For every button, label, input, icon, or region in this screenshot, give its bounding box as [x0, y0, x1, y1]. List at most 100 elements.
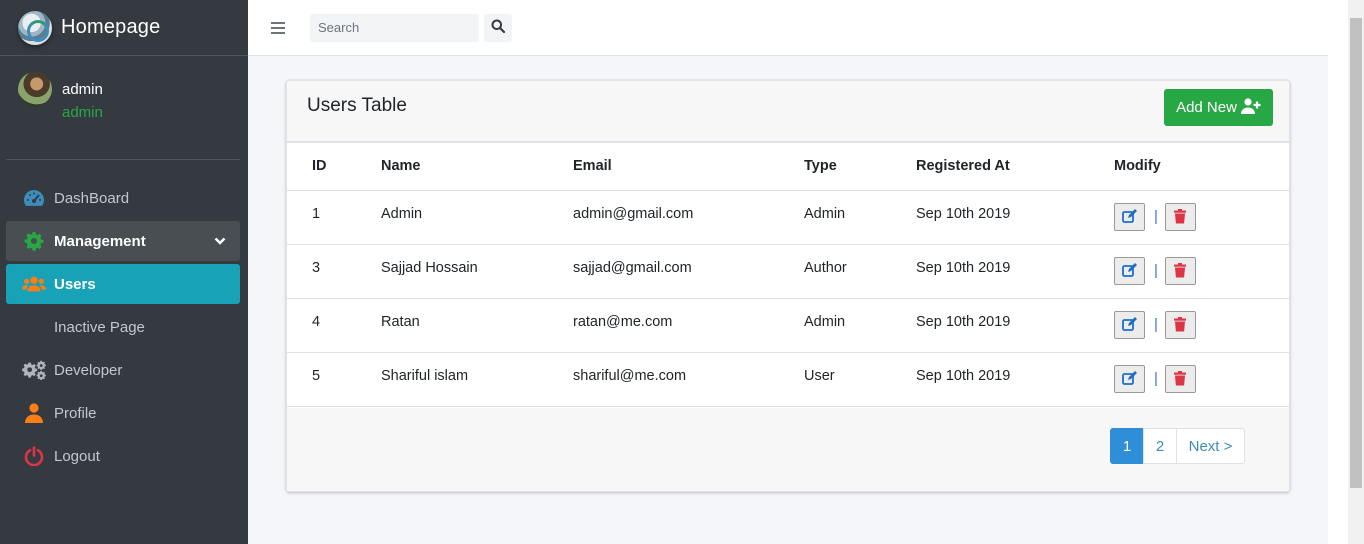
cell-email: ratan@me.com	[573, 298, 804, 353]
brand-link[interactable]: Homepage	[0, 0, 248, 56]
cell-name: Admin	[381, 190, 573, 245]
sidebar-item-developer[interactable]: Developer	[6, 350, 240, 390]
sidebar-item-users[interactable]: Users	[6, 264, 240, 304]
edit-icon	[1122, 263, 1137, 277]
edit-button[interactable]	[1114, 310, 1145, 339]
users-table: ID Name Email Type Registered At Modify …	[287, 143, 1289, 407]
cell-id: 4	[287, 298, 381, 353]
search-input[interactable]	[310, 13, 479, 42]
edit-button[interactable]	[1114, 364, 1145, 393]
sidebar-item-profile[interactable]: Profile	[6, 393, 240, 433]
cell-email: admin@gmail.com	[573, 190, 804, 245]
column-header: Email	[573, 143, 804, 191]
users-icon	[22, 275, 46, 293]
add-new-button[interactable]: Add New	[1164, 89, 1273, 126]
scrollbar-thumb[interactable]	[1350, 18, 1362, 488]
search-icon	[491, 19, 506, 36]
sidebar-item-logout[interactable]: Logout	[6, 436, 240, 476]
table-row: 3 Sajjad Hossain sajjad@gmail.com Author…	[287, 244, 1289, 299]
separator: |	[1154, 370, 1158, 387]
menu-toggle-icon[interactable]	[271, 21, 285, 34]
separator: |	[1154, 316, 1158, 333]
trash-icon	[1174, 209, 1187, 224]
cell-modify: |	[1114, 244, 1289, 299]
column-header: Registered At	[916, 143, 1114, 191]
sidebar-item-inactive-page[interactable]: Inactive Page	[6, 307, 240, 347]
cell-id: 3	[287, 244, 381, 299]
table-header-row: ID Name Email Type Registered At Modify	[287, 143, 1289, 191]
edit-icon	[1122, 209, 1137, 223]
user-name[interactable]: admin	[62, 78, 103, 101]
right-gutter	[1328, 0, 1348, 544]
brand-logo	[18, 10, 52, 45]
card-header: Users Table Add New	[287, 81, 1289, 143]
cell-name: Ratan	[381, 298, 573, 353]
delete-button[interactable]	[1164, 310, 1196, 339]
sidebar-nav: DashBoard Management Users Inactive Page…	[0, 160, 248, 476]
user-panel: admin admin	[6, 56, 240, 160]
power-icon	[22, 446, 46, 466]
top-navbar	[248, 0, 1328, 56]
sidebar-item-label: Users	[54, 275, 96, 293]
trash-icon	[1174, 371, 1187, 386]
search-form	[310, 13, 512, 42]
gear-icon	[22, 231, 46, 251]
add-new-label: Add New	[1176, 99, 1237, 116]
user-icon	[22, 403, 46, 423]
tachometer-icon	[22, 189, 46, 207]
sidebar-item-label: Logout	[54, 447, 100, 465]
column-header: Type	[804, 143, 916, 191]
cell-registered: Sep 10th 2019	[916, 298, 1114, 353]
cell-type: Author	[804, 244, 916, 299]
column-header: Name	[381, 143, 573, 191]
card-footer: 1 2 Next >	[287, 408, 1289, 491]
cell-registered: Sep 10th 2019	[916, 190, 1114, 245]
cell-id: 1	[287, 190, 381, 245]
sidebar-item-label: Inactive Page	[54, 318, 145, 336]
sidebar-item-label: Management	[54, 232, 146, 250]
edit-icon	[1122, 317, 1137, 331]
separator: |	[1154, 208, 1158, 225]
delete-button[interactable]	[1164, 202, 1196, 231]
edit-button[interactable]	[1114, 202, 1145, 231]
cell-name: Shariful islam	[381, 352, 573, 407]
user-role: admin	[62, 104, 103, 121]
table-row: 1 Admin admin@gmail.com Admin Sep 10th 2…	[287, 190, 1289, 245]
cell-registered: Sep 10th 2019	[916, 244, 1114, 299]
delete-button[interactable]	[1164, 364, 1196, 393]
users-card: Users Table Add New ID Name Email Type R…	[286, 80, 1290, 492]
page-link-1[interactable]: 1	[1110, 428, 1144, 464]
pagination: 1 2 Next >	[1110, 428, 1245, 464]
column-header: Modify	[1114, 143, 1289, 191]
cell-modify: |	[1114, 190, 1289, 245]
user-plus-icon	[1240, 97, 1261, 118]
sidebar: Homepage admin admin DashBoard Managemen…	[0, 0, 248, 544]
cell-type: Admin	[804, 190, 916, 245]
search-button[interactable]	[484, 13, 512, 42]
cell-type: Admin	[804, 298, 916, 353]
separator: |	[1154, 262, 1158, 279]
cell-registered: Sep 10th 2019	[916, 352, 1114, 407]
cell-modify: |	[1114, 352, 1289, 407]
trash-icon	[1174, 317, 1187, 332]
edit-button[interactable]	[1114, 256, 1145, 285]
avatar[interactable]	[18, 72, 52, 106]
trash-icon	[1174, 263, 1187, 278]
sidebar-item-dashboard[interactable]: DashBoard	[6, 178, 240, 218]
cell-type: User	[804, 352, 916, 407]
sidebar-item-management[interactable]: Management	[6, 221, 240, 261]
scrollbar[interactable]	[1348, 0, 1364, 544]
table-row: 4 Ratan ratan@me.com Admin Sep 10th 2019…	[287, 298, 1289, 353]
next-page-link[interactable]: Next >	[1176, 428, 1245, 464]
cell-modify: |	[1114, 298, 1289, 353]
cell-email: sajjad@gmail.com	[573, 244, 804, 299]
chevron-down-icon	[214, 233, 226, 250]
cell-name: Sajjad Hossain	[381, 244, 573, 299]
page-link-2[interactable]: 2	[1143, 428, 1177, 464]
column-header: ID	[287, 143, 381, 191]
cell-id: 5	[287, 352, 381, 407]
brand-title: Homepage	[61, 16, 161, 38]
edit-icon	[1122, 371, 1137, 385]
card-title: Users Table	[307, 95, 407, 116]
delete-button[interactable]	[1164, 256, 1196, 285]
